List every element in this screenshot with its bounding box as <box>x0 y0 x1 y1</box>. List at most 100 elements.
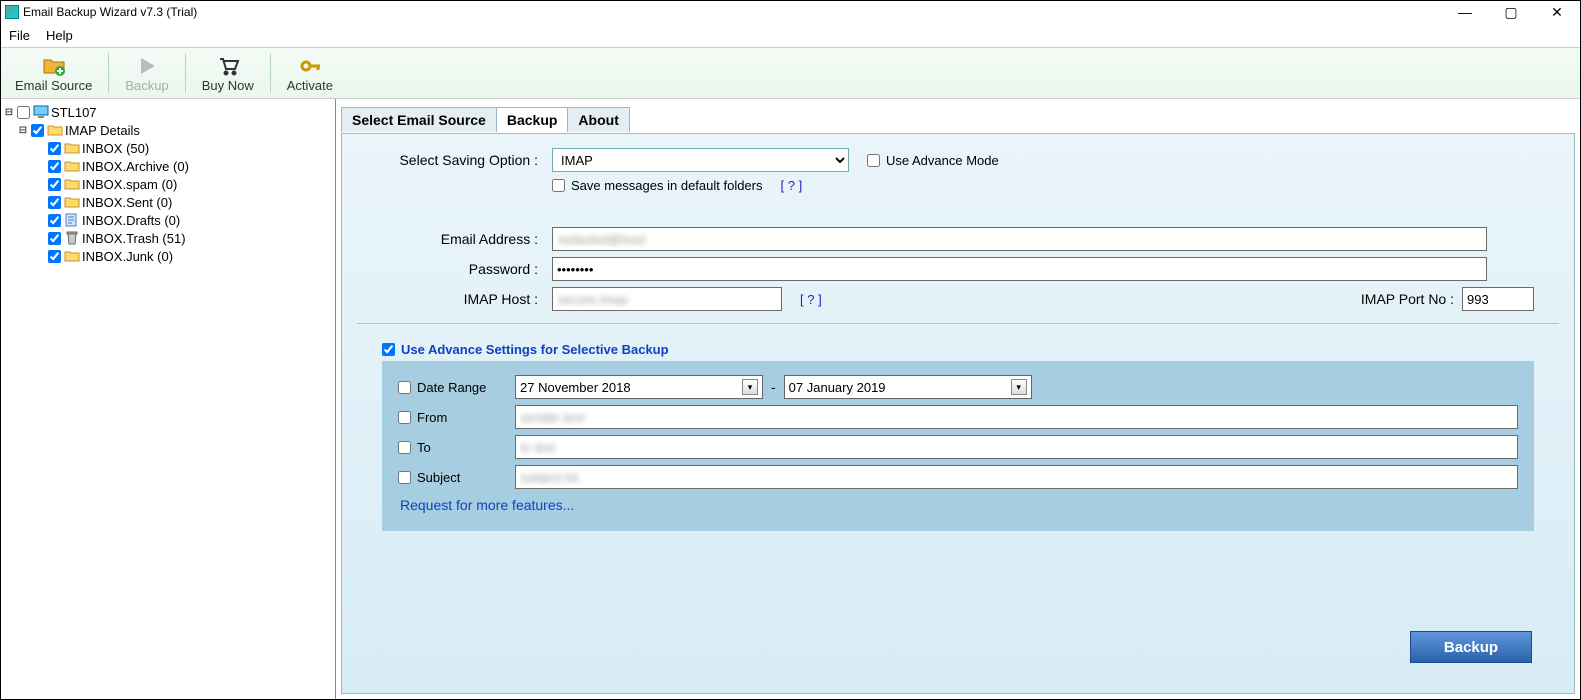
from-checkbox[interactable] <box>398 411 411 424</box>
cart-icon <box>216 54 240 78</box>
window-controls: — ▢ ✕ <box>1442 1 1580 23</box>
use-advance-mode[interactable]: Use Advance Mode <box>867 153 999 168</box>
subject-checkbox[interactable] <box>398 471 411 484</box>
tree-root[interactable]: ⊟ STL107 <box>1 103 335 121</box>
imap-port-input[interactable] <box>1462 287 1534 311</box>
imap-host-input[interactable] <box>552 287 782 311</box>
tree-checkbox[interactable] <box>48 196 61 209</box>
tree-label: INBOX.Sent (0) <box>82 195 172 210</box>
toolbar-separator <box>108 53 109 93</box>
tree-label: INBOX (50) <box>82 141 149 156</box>
folder-open-icon <box>47 123 63 137</box>
email-source-button[interactable]: Email Source <box>7 49 100 97</box>
from-input[interactable] <box>515 405 1518 429</box>
tree-checkbox[interactable] <box>48 178 61 191</box>
tree-checkbox[interactable] <box>48 250 61 263</box>
calendar-dropdown-icon[interactable]: ▾ <box>1011 379 1027 395</box>
subject-input[interactable] <box>515 465 1518 489</box>
tree-trash[interactable]: INBOX.Trash (51) <box>1 229 335 247</box>
imap-host-help[interactable]: [ ? ] <box>800 292 822 307</box>
tree-sent[interactable]: INBOX.Sent (0) <box>1 193 335 211</box>
imap-port-label: IMAP Port No : <box>1361 291 1454 307</box>
save-default-label: Save messages in default folders <box>571 178 763 193</box>
tab-row: Select Email Source Backup About <box>341 107 629 132</box>
toolbar: Email Source Backup Buy Now Activate <box>1 47 1580 99</box>
maximize-button[interactable]: ▢ <box>1488 1 1534 23</box>
save-default-checkbox[interactable] <box>552 179 565 192</box>
tree-root-checkbox[interactable] <box>17 106 30 119</box>
tree-checkbox[interactable] <box>48 232 61 245</box>
tree-checkbox[interactable] <box>48 214 61 227</box>
to-input[interactable] <box>515 435 1518 459</box>
password-label: Password : <box>382 261 552 277</box>
tree-junk[interactable]: INBOX.Junk (0) <box>1 247 335 265</box>
tree-label: STL107 <box>51 105 97 120</box>
date-from-input[interactable]: 27 November 2018 ▾ <box>515 375 763 399</box>
close-button[interactable]: ✕ <box>1534 1 1580 23</box>
computer-icon <box>33 105 49 119</box>
menu-file[interactable]: File <box>9 28 30 43</box>
backup-button[interactable]: Backup <box>1410 631 1532 663</box>
to-checkbox[interactable] <box>398 441 411 454</box>
calendar-dropdown-icon[interactable]: ▾ <box>742 379 758 395</box>
tree-archive[interactable]: INBOX.Archive (0) <box>1 157 335 175</box>
backup-toolbar-button[interactable]: Backup <box>117 49 176 97</box>
toolbar-label: Activate <box>287 78 333 93</box>
tab-select-email-source[interactable]: Select Email Source <box>341 107 497 132</box>
folder-icon <box>64 141 80 155</box>
tree-checkbox[interactable] <box>48 142 61 155</box>
date-range-label: Date Range <box>417 380 486 395</box>
email-address-input[interactable] <box>552 227 1487 251</box>
collapse-icon[interactable]: ⊟ <box>17 125 29 136</box>
folder-icon <box>64 159 80 173</box>
tree-imap-details[interactable]: ⊟ IMAP Details <box>1 121 335 139</box>
backup-panel: Select Saving Option : IMAP Use Advance … <box>341 133 1575 694</box>
buy-now-button[interactable]: Buy Now <box>194 49 262 97</box>
to-filter-option[interactable]: To <box>398 440 515 455</box>
advance-settings-toggle[interactable]: Use Advance Settings for Selective Backu… <box>382 342 1534 357</box>
date-range-option[interactable]: Date Range <box>398 380 515 395</box>
date-range-checkbox[interactable] <box>398 381 411 394</box>
play-icon <box>135 54 159 78</box>
tree-checkbox[interactable] <box>48 160 61 173</box>
from-filter-option[interactable]: From <box>398 410 515 425</box>
tree-imap-checkbox[interactable] <box>31 124 44 137</box>
app-icon <box>5 5 19 19</box>
folder-plus-icon <box>42 54 66 78</box>
menu-help[interactable]: Help <box>46 28 73 43</box>
tree-spam[interactable]: INBOX.spam (0) <box>1 175 335 193</box>
date-to-value: 07 January 2019 <box>789 380 886 395</box>
minimize-button[interactable]: — <box>1442 1 1488 23</box>
window-title: Email Backup Wizard v7.3 (Trial) <box>23 5 1576 19</box>
tree-label: INBOX.Junk (0) <box>82 249 173 264</box>
save-default-folders[interactable]: Save messages in default folders <box>552 178 763 193</box>
toolbar-label: Buy Now <box>202 78 254 93</box>
tree-label: INBOX.Drafts (0) <box>82 213 180 228</box>
advance-settings-checkbox[interactable] <box>382 343 395 356</box>
activate-button[interactable]: Activate <box>279 49 341 97</box>
help-link[interactable]: [ ? ] <box>781 178 803 193</box>
password-input[interactable] <box>552 257 1487 281</box>
subject-filter-option[interactable]: Subject <box>398 470 515 485</box>
saving-option-select[interactable]: IMAP <box>552 148 849 172</box>
tree-inbox[interactable]: INBOX (50) <box>1 139 335 157</box>
advance-mode-checkbox[interactable] <box>867 154 880 167</box>
toolbar-separator <box>185 53 186 93</box>
imap-host-label: IMAP Host : <box>382 291 552 307</box>
toolbar-label: Backup <box>125 78 168 93</box>
date-to-input[interactable]: 07 January 2019 ▾ <box>784 375 1032 399</box>
tab-about[interactable]: About <box>567 107 629 132</box>
advance-settings-panel: Date Range 27 November 2018 ▾ - 07 Janua… <box>382 361 1534 531</box>
tree-label: IMAP Details <box>65 123 140 138</box>
toolbar-separator <box>270 53 271 93</box>
folder-icon <box>64 177 80 191</box>
tree-drafts[interactable]: INBOX.Drafts (0) <box>1 211 335 229</box>
collapse-icon[interactable]: ⊟ <box>3 107 15 118</box>
email-address-label: Email Address : <box>382 231 552 247</box>
title-bar: Email Backup Wizard v7.3 (Trial) <box>1 1 1580 23</box>
tree-label: INBOX.Archive (0) <box>82 159 189 174</box>
request-more-features-link[interactable]: Request for more features... <box>400 497 1518 513</box>
folder-icon <box>64 195 80 209</box>
tab-backup[interactable]: Backup <box>496 107 569 132</box>
folder-tree: ⊟ STL107 ⊟ IMAP Details INBOX (50) INBOX… <box>1 99 336 699</box>
